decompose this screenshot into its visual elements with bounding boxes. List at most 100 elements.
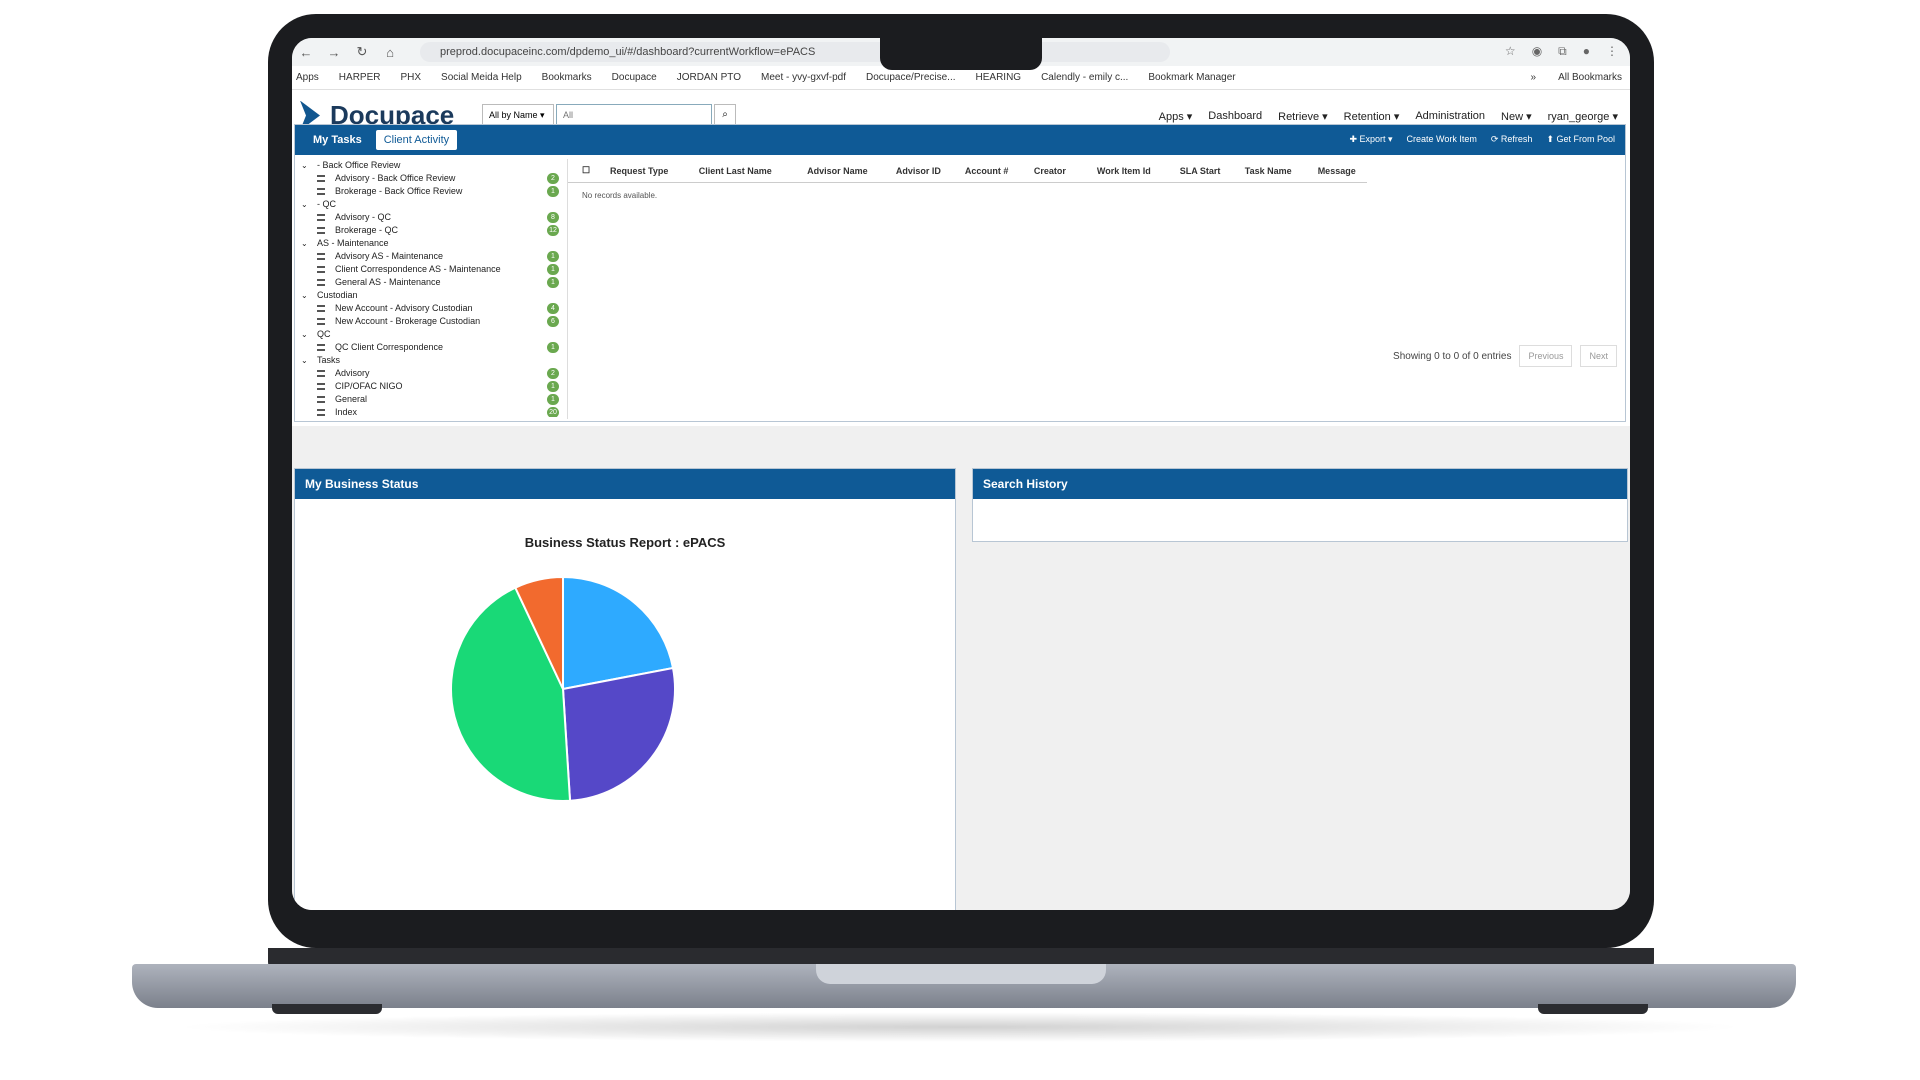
menu-administration[interactable]: Administration — [1415, 110, 1485, 123]
tree-group[interactable]: ⌄ - Back Office Review — [301, 159, 563, 172]
bookmarks-overflow[interactable]: » — [1531, 72, 1537, 83]
export-button[interactable]: ✚ Export ▾ — [1349, 134, 1392, 145]
col-advisor-id[interactable]: Advisor ID — [896, 166, 965, 176]
col-request-type[interactable]: Request Type — [590, 166, 699, 176]
pie-slice[interactable] — [561, 666, 676, 802]
select-all-checkbox[interactable]: ☐ — [568, 165, 590, 176]
count-badge: 20 — [547, 407, 559, 417]
col-creator[interactable]: Creator — [1034, 166, 1097, 176]
get-from-pool-button[interactable]: ⬆ Get From Pool — [1546, 134, 1615, 145]
bookmark-phx[interactable]: PHX — [400, 72, 421, 83]
col-work-item-id[interactable]: Work Item Id — [1097, 166, 1180, 176]
bookmark-social[interactable]: Social Meida Help — [441, 72, 522, 83]
tree-item-label: Client Correspondence AS - Maintenance — [335, 264, 501, 274]
col-message[interactable]: Message — [1318, 166, 1367, 176]
tree-item[interactable]: General 1 — [301, 393, 563, 406]
tree-item[interactable]: Brokerage - Back Office Review 1 — [301, 185, 563, 198]
entries-info: Showing 0 to 0 of 0 entries — [1393, 350, 1512, 362]
tree-item[interactable]: Advisory 2 — [301, 367, 563, 380]
tree-item[interactable]: General AS - Maintenance 1 — [301, 276, 563, 289]
previous-button[interactable]: Previous — [1519, 345, 1573, 367]
tab-my-tasks[interactable]: My Tasks — [305, 130, 370, 150]
chevron-down-icon[interactable]: ⌄ — [301, 198, 308, 211]
tree-group[interactable]: ⌄ Custodian — [301, 289, 563, 302]
count-badge: 1 — [547, 277, 559, 288]
tree-item[interactable]: QC Client Correspondence 1 — [301, 341, 563, 354]
list-icon — [317, 214, 325, 221]
search-icon[interactable]: ⌕ — [714, 104, 736, 126]
list-icon — [317, 253, 325, 260]
tree-item[interactable]: New Account - Advisory Custodian 4 — [301, 302, 563, 315]
user-menu[interactable]: ryan_george ▾ — [1548, 110, 1618, 123]
count-badge: 1 — [547, 394, 559, 405]
bookmark-hearing[interactable]: HEARING — [976, 72, 1022, 83]
tree-item[interactable]: Client Correspondence AS - Maintenance 1 — [301, 263, 563, 276]
bookmark-docupace[interactable]: Docupace — [612, 72, 657, 83]
tree-item-label: Advisory — [335, 368, 370, 378]
bookmark-apps[interactable]: Apps — [296, 72, 319, 83]
bookmark-bookmarks[interactable]: Bookmarks — [542, 72, 592, 83]
menu-retrieve[interactable]: Retrieve ▾ — [1278, 110, 1328, 123]
star-icon[interactable]: ☆ — [1505, 44, 1516, 59]
bookmark-calendly[interactable]: Calendly - emily c... — [1041, 72, 1128, 83]
chevron-down-icon[interactable]: ⌄ — [301, 328, 308, 341]
chevron-down-icon[interactable]: ⌄ — [301, 159, 308, 172]
tree-item[interactable]: CIP/OFAC NIGO 1 — [301, 380, 563, 393]
chevron-down-icon[interactable]: ⌄ — [301, 237, 308, 250]
bookmark-precise[interactable]: Docupace/Precise... — [866, 72, 956, 83]
work-items-grid: ☐ Request Type Client Last Name Advisor … — [567, 159, 1367, 419]
chart-area: Business Status Report : ePACS — [295, 499, 955, 910]
tree-group[interactable]: ⌄ Tasks — [301, 354, 563, 367]
menu-dashboard[interactable]: Dashboard — [1208, 110, 1262, 123]
list-icon — [317, 344, 325, 351]
col-sla-start[interactable]: SLA Start — [1180, 166, 1245, 176]
tree-item-label: General AS - Maintenance — [335, 277, 441, 287]
bookmark-jordan[interactable]: JORDAN PTO — [677, 72, 741, 83]
tree-item[interactable]: Advisory AS - Maintenance 1 — [301, 250, 563, 263]
col-advisor-name[interactable]: Advisor Name — [807, 166, 896, 176]
tree-group-label: QC — [317, 329, 331, 339]
back-icon[interactable]: ← — [292, 45, 320, 60]
next-button[interactable]: Next — [1580, 345, 1617, 367]
address-bar[interactable]: preprod.docupaceinc.com/dpdemo_ui/#/dash… — [420, 42, 1170, 62]
tab-client-activity[interactable]: Client Activity — [375, 130, 458, 150]
list-icon — [317, 318, 325, 325]
tree-item[interactable]: Advisory - Back Office Review 2 — [301, 172, 563, 185]
forward-icon[interactable]: → — [320, 45, 348, 60]
puzzle-icon[interactable]: ⧉ — [1558, 44, 1567, 59]
search-input[interactable] — [556, 104, 712, 126]
tree-item[interactable]: New Account - Brokerage Custodian 6 — [301, 315, 563, 328]
menu-new[interactable]: New ▾ — [1501, 110, 1532, 123]
tree-item[interactable]: Index 20 — [301, 406, 563, 417]
menu-apps[interactable]: Apps ▾ — [1159, 110, 1193, 123]
tree-group[interactable]: ⌄ AS - Maintenance — [301, 237, 563, 250]
business-status-header: My Business Status — [295, 469, 955, 499]
search-mode-select[interactable]: All by Name ▾ — [482, 104, 554, 126]
tree-item[interactable]: Brokerage - QC 12 — [301, 224, 563, 237]
all-bookmarks[interactable]: All Bookmarks — [1558, 72, 1622, 83]
chevron-down-icon[interactable]: ⌄ — [301, 289, 308, 302]
col-account[interactable]: Account # — [965, 166, 1034, 176]
refresh-button[interactable]: ⟳ Refresh — [1491, 134, 1533, 145]
profile-icon[interactable]: ● — [1583, 44, 1590, 59]
extension-icon[interactable]: ◉ — [1532, 44, 1542, 59]
count-badge: 6 — [547, 316, 559, 327]
tree-group[interactable]: ⌄ QC — [301, 328, 563, 341]
reload-icon[interactable]: ↻ — [348, 44, 376, 60]
col-task-name[interactable]: Task Name — [1245, 166, 1318, 176]
home-icon[interactable]: ⌂ — [376, 45, 404, 60]
tree-item-label: New Account - Brokerage Custodian — [335, 316, 481, 326]
menu-retention[interactable]: Retention ▾ — [1344, 110, 1400, 123]
bookmark-harper[interactable]: HARPER — [339, 72, 381, 83]
create-work-item-button[interactable]: Create Work Item — [1407, 134, 1477, 145]
list-icon — [317, 266, 325, 273]
chevron-down-icon[interactable]: ⌄ — [301, 354, 308, 367]
tree-item[interactable]: Advisory - QC 8 — [301, 211, 563, 224]
tree-group[interactable]: ⌄ - QC — [301, 198, 563, 211]
bookmark-manager[interactable]: Bookmark Manager — [1148, 72, 1235, 83]
col-client-last-name[interactable]: Client Last Name — [699, 166, 807, 176]
kebab-menu-icon[interactable]: ⋮ — [1606, 44, 1618, 59]
laptop-foot-left — [272, 1004, 382, 1014]
empty-message: No records available. — [582, 191, 658, 200]
bookmark-meet[interactable]: Meet - yvy-gxvf-pdf — [761, 72, 846, 83]
